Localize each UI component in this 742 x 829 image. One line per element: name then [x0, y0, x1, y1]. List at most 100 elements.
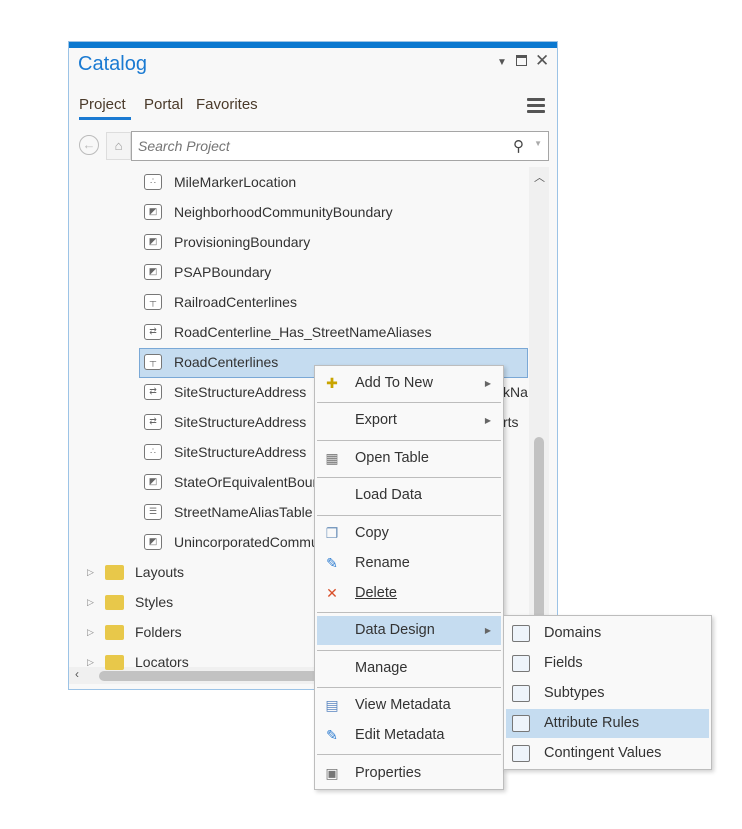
submenu-item-label: Subtypes: [544, 685, 605, 701]
menu-separator: [317, 515, 501, 516]
tree-folder-label: Folders: [135, 624, 182, 640]
expand-triangle-icon[interactable]: ▷: [87, 618, 94, 647]
polygon-feature-class-icon: ◩: [144, 534, 162, 550]
relationship-class-icon: ⇄: [144, 414, 162, 430]
context-menu: ✚ Add To New ▶ Export ▶ ▦ Open Table Load Data ❐…: [314, 365, 504, 790]
home-icon[interactable]: ⌂: [106, 132, 131, 160]
tab-project[interactable]: Project: [79, 96, 126, 113]
pane-title: Catalog: [78, 53, 147, 75]
tree-item-label: ProvisioningBoundary: [174, 234, 311, 250]
menu-item-load-data[interactable]: Load Data: [317, 481, 501, 510]
dropdown-arrow-icon[interactable]: ▼: [497, 57, 507, 68]
menu-item-rename[interactable]: ✎ Rename: [317, 549, 501, 578]
search-box[interactable]: ⚲ ▼: [131, 131, 549, 161]
tree-item-label: SiteStructureAddress: [174, 414, 307, 430]
menu-item-manage[interactable]: Manage: [317, 654, 501, 683]
tree-item[interactable]: ◩ NeighborhoodCommunityBoundary: [144, 198, 528, 227]
subtypes-icon: [512, 685, 530, 702]
vertical-scrollbar[interactable]: ︿: [529, 167, 549, 677]
submenu-item-label: Contingent Values: [544, 745, 662, 761]
submenu-item-domains[interactable]: Domains: [506, 619, 709, 648]
tab-portal[interactable]: Portal: [144, 96, 183, 113]
submenu-arrow-icon: ▶: [484, 416, 491, 425]
menu-item-delete[interactable]: ✕ Delete: [317, 579, 501, 608]
tree-folder-label: Locators: [135, 654, 189, 670]
delete-icon: ✕: [326, 585, 338, 601]
domains-icon: [512, 625, 530, 642]
polygon-feature-class-icon: ◩: [144, 234, 162, 250]
point-feature-class-icon: ∴: [144, 174, 162, 190]
tree-item-label: MileMarkerLocation: [174, 174, 297, 190]
menu-item-copy[interactable]: ❐ Copy: [317, 519, 501, 548]
folder-icon: [105, 655, 124, 670]
tab-favorites[interactable]: Favorites: [196, 96, 258, 113]
tree-folder-label: Styles: [135, 594, 174, 610]
tree-item-label: NeighborhoodCommunityBoundary: [174, 204, 393, 220]
back-arrow-icon[interactable]: ←: [79, 135, 99, 155]
menu-item-label: Load Data: [355, 487, 422, 503]
search-dropdown-icon[interactable]: ▼: [534, 139, 542, 148]
folder-icon: [105, 565, 124, 580]
menu-item-label: Copy: [355, 525, 389, 541]
tree-item[interactable]: ◩ ProvisioningBoundary: [144, 228, 528, 257]
rename-pencil-icon: ✎: [326, 555, 338, 571]
tree-item-label-tail: kNa: [503, 384, 528, 400]
relationship-class-icon: ⇄: [144, 384, 162, 400]
view-metadata-icon: ▤: [325, 697, 339, 713]
relationship-class-icon: ⇄: [144, 324, 162, 340]
point-feature-class-icon: ∴: [144, 444, 162, 460]
tree-folder-label: Layouts: [135, 564, 185, 580]
tree-item-label-tail: rts: [503, 414, 519, 430]
menu-item-properties[interactable]: ▣ Properties: [317, 759, 501, 788]
menu-item-label: Manage: [355, 660, 408, 676]
hamburger-menu-icon[interactable]: [527, 98, 545, 114]
menu-item-view-metadata[interactable]: ▤ View Metadata: [317, 691, 501, 720]
submenu-item-contingent-values[interactable]: Contingent Values: [506, 739, 709, 768]
add-to-new-icon: ✚: [326, 375, 338, 391]
submenu-item-fields[interactable]: Fields: [506, 649, 709, 678]
menu-item-label: View Metadata: [355, 697, 451, 713]
menu-separator: [317, 477, 501, 478]
polygon-feature-class-icon: ◩: [144, 474, 162, 490]
menu-item-export[interactable]: Export ▶: [317, 406, 501, 435]
tree-item-label: SiteStructureAddress: [174, 384, 307, 400]
close-icon[interactable]: ✕: [535, 51, 549, 71]
menu-separator: [317, 612, 501, 613]
tree-item[interactable]: ┬ RailroadCenterlines: [144, 288, 528, 317]
copy-icon: ❐: [325, 525, 339, 541]
contingent-values-icon: [512, 745, 530, 762]
polygon-feature-class-icon: ◩: [144, 264, 162, 280]
menu-item-add-to-new[interactable]: ✚ Add To New ▶: [317, 369, 501, 398]
scroll-up-icon[interactable]: ︿: [534, 169, 545, 185]
submenu-item-attribute-rules[interactable]: Attribute Rules: [506, 709, 709, 738]
menu-separator: [317, 402, 501, 403]
menu-item-label: Open Table: [355, 450, 429, 466]
menu-separator: [317, 650, 501, 651]
attribute-rules-icon: [512, 715, 530, 732]
expand-triangle-icon[interactable]: ▷: [87, 588, 94, 617]
menu-item-label: Export: [355, 412, 397, 428]
submenu-item-label: Domains: [544, 625, 602, 641]
maximize-icon[interactable]: [516, 55, 527, 66]
menu-item-open-table[interactable]: ▦ Open Table: [317, 444, 501, 473]
submenu-arrow-icon: ▶: [484, 379, 491, 388]
search-input[interactable]: [132, 132, 492, 160]
scroll-left-icon[interactable]: ‹: [75, 667, 79, 681]
submenu-item-subtypes[interactable]: Subtypes: [506, 679, 709, 708]
tree-item-label: RoadCenterline_Has_StreetNameAliases: [174, 324, 432, 340]
folder-icon: [105, 595, 124, 610]
menu-item-data-design[interactable]: Data Design ▶: [317, 616, 501, 645]
tree-item-label: StreetNameAliasTable: [174, 504, 313, 520]
expand-triangle-icon[interactable]: ▷: [87, 558, 94, 587]
tree-item[interactable]: ∴ MileMarkerLocation: [144, 168, 528, 197]
tree-item[interactable]: ◩ PSAPBoundary: [144, 258, 528, 287]
submenu-arrow-icon: ▶: [484, 626, 491, 635]
search-icon[interactable]: ⚲: [513, 137, 524, 155]
expand-triangle-icon[interactable]: ▷: [87, 648, 94, 677]
submenu-item-label: Fields: [544, 655, 583, 671]
tree-item[interactable]: ⇄ RoadCenterline_Has_StreetNameAliases: [144, 318, 528, 347]
menu-item-label: Data Design: [355, 622, 435, 638]
tree-item-label: RailroadCenterlines: [174, 294, 297, 310]
menu-item-edit-metadata[interactable]: ✎ Edit Metadata: [317, 721, 501, 750]
title-accent-bar: [69, 42, 557, 48]
